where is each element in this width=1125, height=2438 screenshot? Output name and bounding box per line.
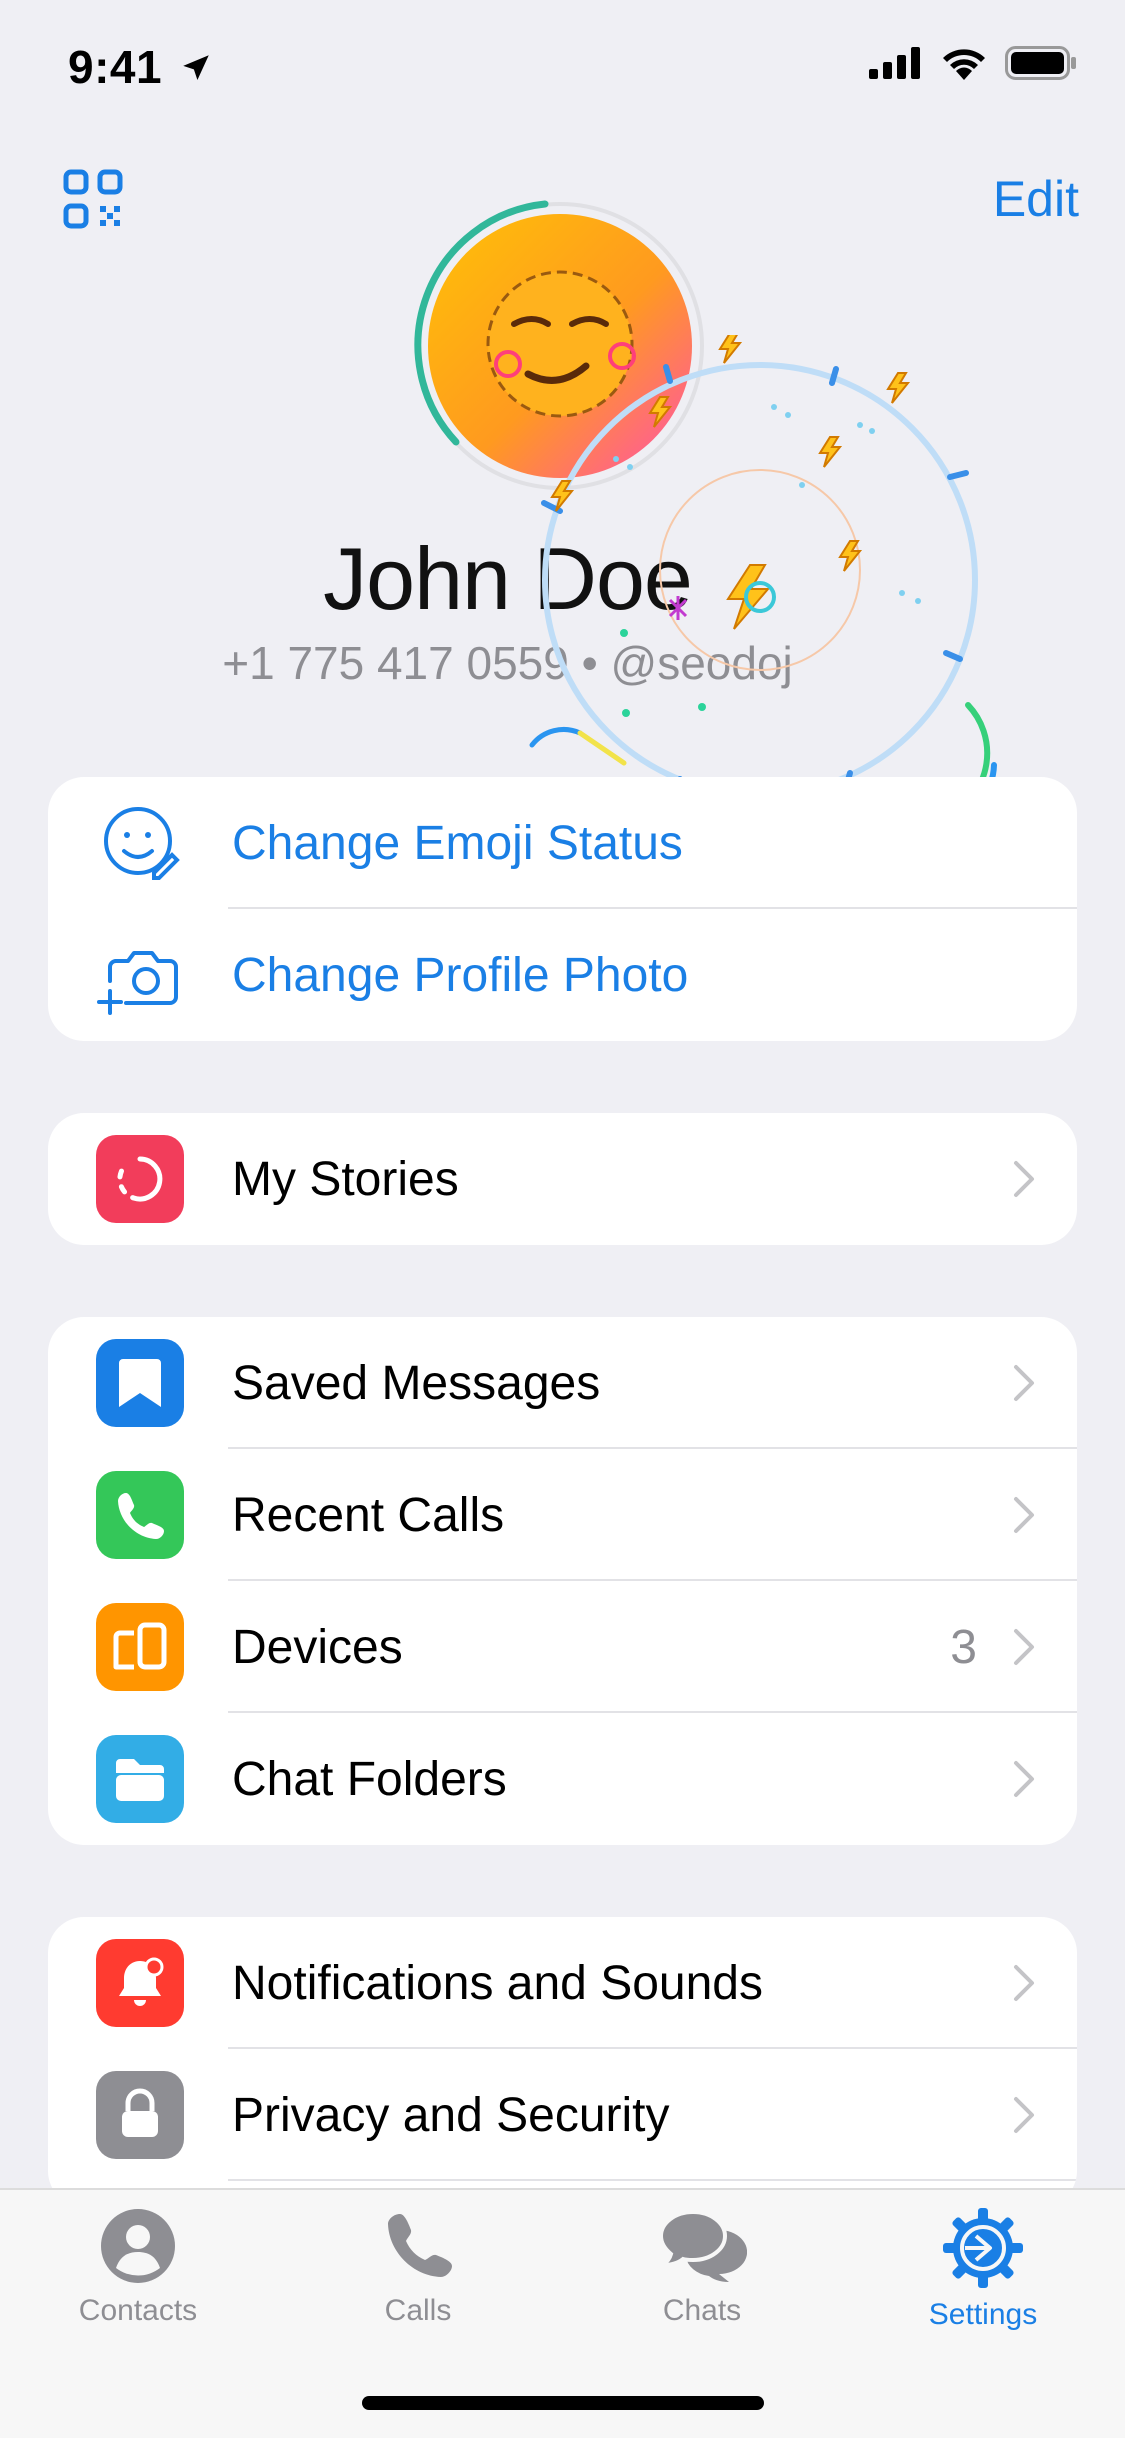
status-indicators — [869, 46, 1077, 80]
time-text: 9:41 — [68, 41, 163, 93]
chevron-right-icon — [1014, 1629, 1034, 1665]
chevron-right-icon — [1014, 1161, 1034, 1197]
location-arrow-icon — [183, 55, 210, 81]
phone-number: +1 775 417 0559 — [222, 637, 569, 689]
change-profile-photo-label: Change Profile Photo — [232, 948, 689, 1002]
phone-icon — [388, 2214, 452, 2277]
separator-dot: • — [581, 637, 598, 689]
edit-button[interactable]: Edit — [993, 170, 1079, 228]
privacy-security-item[interactable]: Privacy and Security — [48, 2049, 1077, 2181]
profile-name: John Doe — [323, 529, 693, 628]
change-profile-photo-button[interactable]: Change Profile Photo — [48, 909, 1077, 1041]
smile-edit-icon — [96, 799, 184, 887]
wifi-icon — [943, 49, 985, 80]
gear-icon — [943, 2208, 1023, 2288]
chevron-right-icon — [1014, 1761, 1034, 1797]
tab-calls[interactable]: Calls — [318, 2206, 518, 2328]
devices-label: Devices — [232, 1620, 403, 1674]
chevron-right-icon — [1014, 1365, 1034, 1401]
row-divider — [228, 2179, 1077, 2181]
cellular-signal-icon — [869, 47, 920, 79]
my-stories-label: My Stories — [232, 1152, 459, 1206]
tab-contacts-label: Contacts — [78, 2294, 198, 2327]
bell-icon — [96, 1939, 184, 2027]
profile-subtitle: +1 775 417 0559 • @seodoj — [0, 636, 1015, 690]
chat-folders-item[interactable]: Chat Folders — [48, 1713, 1077, 1845]
qr-code-icon — [63, 169, 123, 229]
profile-actions-group: Change Emoji Status Change Profile Photo — [48, 777, 1077, 1041]
recent-calls-label: Recent Calls — [232, 1488, 505, 1542]
chevron-right-icon — [1014, 1497, 1034, 1533]
saved-messages-label: Saved Messages — [232, 1356, 601, 1410]
stories-group: My Stories — [48, 1113, 1077, 1245]
qr-code-button[interactable] — [62, 168, 124, 230]
phone-icon — [96, 1471, 184, 1559]
my-stories-item[interactable]: My Stories — [48, 1113, 1077, 1245]
chevron-right-icon — [1014, 1965, 1034, 2001]
privacy-security-label: Privacy and Security — [232, 2088, 670, 2142]
chat-folders-label: Chat Folders — [232, 1752, 507, 1806]
stories-icon — [96, 1135, 184, 1223]
devices-icon — [96, 1603, 184, 1691]
chat-bubbles-icon — [657, 2209, 747, 2282]
saved-messages-item[interactable]: Saved Messages — [48, 1317, 1077, 1449]
chevron-right-icon — [1014, 2097, 1034, 2133]
change-emoji-status-button[interactable]: Change Emoji Status — [48, 777, 1077, 909]
change-emoji-status-label: Change Emoji Status — [232, 816, 683, 870]
bookmark-icon — [96, 1339, 184, 1427]
devices-item[interactable]: Devices 3 — [48, 1581, 1077, 1713]
tab-calls-label: Calls — [384, 2294, 452, 2327]
notifications-sounds-label: Notifications and Sounds — [232, 1956, 763, 2010]
folder-icon — [96, 1735, 184, 1823]
username: @seodoj — [610, 637, 793, 689]
tab-contacts[interactable]: Contacts — [38, 2206, 238, 2328]
status-time: 9:41 — [68, 40, 213, 94]
notifications-sounds-item[interactable]: Notifications and Sounds — [48, 1917, 1077, 2049]
battery-icon — [1005, 46, 1076, 80]
tab-settings[interactable]: Settings — [883, 2206, 1083, 2332]
profile-avatar[interactable] — [410, 196, 710, 496]
lock-icon — [96, 2071, 184, 2159]
tab-settings-label: Settings — [928, 2298, 1038, 2331]
devices-count: 3 — [950, 1620, 977, 1674]
home-indicator — [362, 2396, 764, 2410]
settings-group: Notifications and Sounds Privacy and Sec… — [48, 1917, 1077, 2207]
main-menu-group: Saved Messages Recent Calls Devices 3 Ch… — [48, 1317, 1077, 1845]
recent-calls-item[interactable]: Recent Calls — [48, 1449, 1077, 1581]
camera-add-icon — [96, 931, 184, 1019]
person-icon — [101, 2209, 175, 2283]
tab-chats-label: Chats — [662, 2294, 742, 2327]
tab-chats[interactable]: Chats — [602, 2206, 802, 2328]
